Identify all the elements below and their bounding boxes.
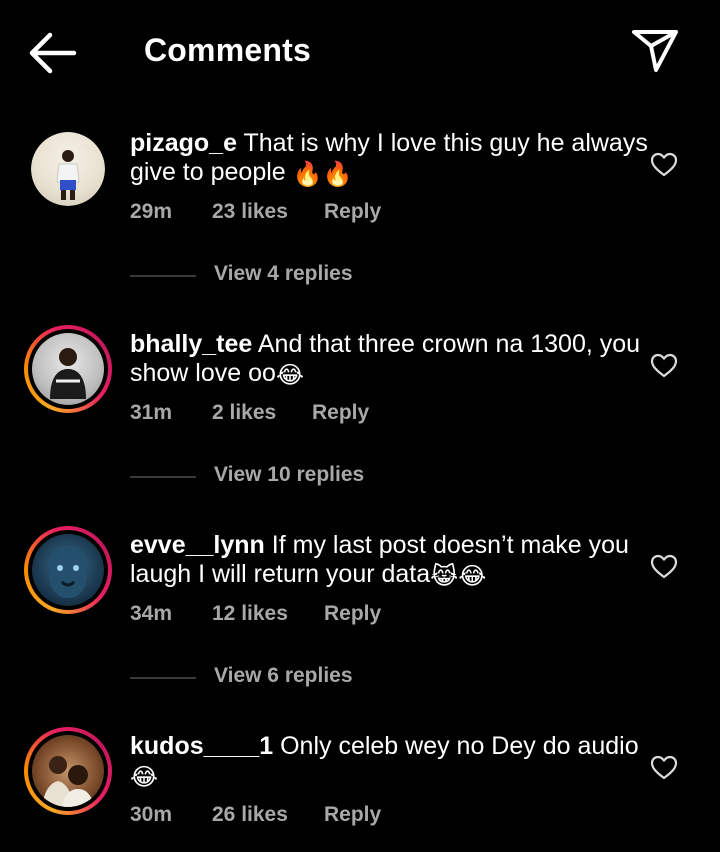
avatar[interactable] — [24, 526, 112, 614]
view-replies-button[interactable]: View 6 replies — [130, 664, 430, 694]
avatar[interactable] — [31, 132, 105, 206]
header-bar: Comments — [0, 0, 720, 100]
heart-icon — [650, 755, 678, 780]
view-replies-label: View 4 replies — [214, 262, 353, 285]
heart-icon — [650, 353, 678, 378]
comment-likes[interactable]: 2 likes — [212, 401, 276, 425]
like-button[interactable] — [650, 554, 678, 580]
comment-emoji: 😹😂 — [430, 563, 487, 590]
comment-time: 30m — [130, 803, 173, 826]
divider — [130, 476, 196, 478]
comment-likes[interactable]: 12 likes — [212, 602, 288, 626]
page-title: Comments — [144, 32, 311, 68]
reply-button[interactable]: Reply — [324, 200, 381, 224]
avatar[interactable] — [24, 727, 112, 815]
comment-time: 34m — [130, 602, 173, 625]
back-button[interactable] — [26, 28, 86, 78]
like-button[interactable] — [650, 152, 678, 178]
comment-username[interactable]: pizago_e — [130, 129, 237, 157]
avatar-photo — [32, 333, 104, 405]
comment-body: bhally_tee And that three crown na 1300,… — [130, 330, 650, 388]
reply-button[interactable]: Reply — [324, 803, 381, 827]
divider — [130, 677, 196, 679]
comment-body: kudos____1 Only celeb wey no Dey do audi… — [130, 732, 650, 790]
like-button[interactable] — [650, 353, 678, 379]
heart-icon — [650, 152, 678, 177]
avatar-photo — [31, 132, 105, 206]
avatar-ring-gap — [28, 731, 108, 811]
comment-message: Only celeb wey no Dey do audio — [280, 732, 639, 760]
comment-body: evve__lynn If my last post doesn’t make … — [130, 531, 650, 589]
comment-emoji: 😂 — [130, 764, 159, 791]
comment-username[interactable]: kudos____1 — [130, 732, 273, 760]
comment-username[interactable]: evve__lynn — [130, 531, 265, 559]
comment-emoji: 🔥🔥 — [292, 161, 353, 188]
comment-time: 29m — [130, 200, 173, 223]
view-replies-button[interactable]: View 10 replies — [130, 463, 430, 493]
comment-likes[interactable]: 26 likes — [212, 803, 288, 827]
like-button[interactable] — [650, 755, 678, 781]
comment-time: 31m — [130, 401, 173, 424]
comment-emoji: 😂 — [275, 362, 304, 389]
avatar-ring-gap — [28, 530, 108, 610]
reply-button[interactable]: Reply — [324, 602, 381, 626]
arrow-left-icon — [29, 32, 77, 74]
avatar-photo — [32, 735, 104, 807]
view-replies-label: View 6 replies — [214, 664, 353, 687]
comment-likes[interactable]: 23 likes — [212, 200, 288, 224]
paper-plane-icon — [632, 30, 678, 72]
avatar-ring-gap — [28, 329, 108, 409]
view-replies-label: View 10 replies — [214, 463, 365, 486]
view-replies-button[interactable]: View 4 replies — [130, 262, 430, 292]
heart-icon — [650, 554, 678, 579]
comment-body: pizago_e That is why I love this guy he … — [130, 129, 650, 187]
reply-button[interactable]: Reply — [312, 401, 369, 425]
comment-username[interactable]: bhally_tee — [130, 330, 252, 358]
avatar[interactable] — [24, 325, 112, 413]
divider — [130, 275, 196, 277]
share-button[interactable] — [630, 26, 684, 76]
avatar-photo — [32, 534, 104, 606]
